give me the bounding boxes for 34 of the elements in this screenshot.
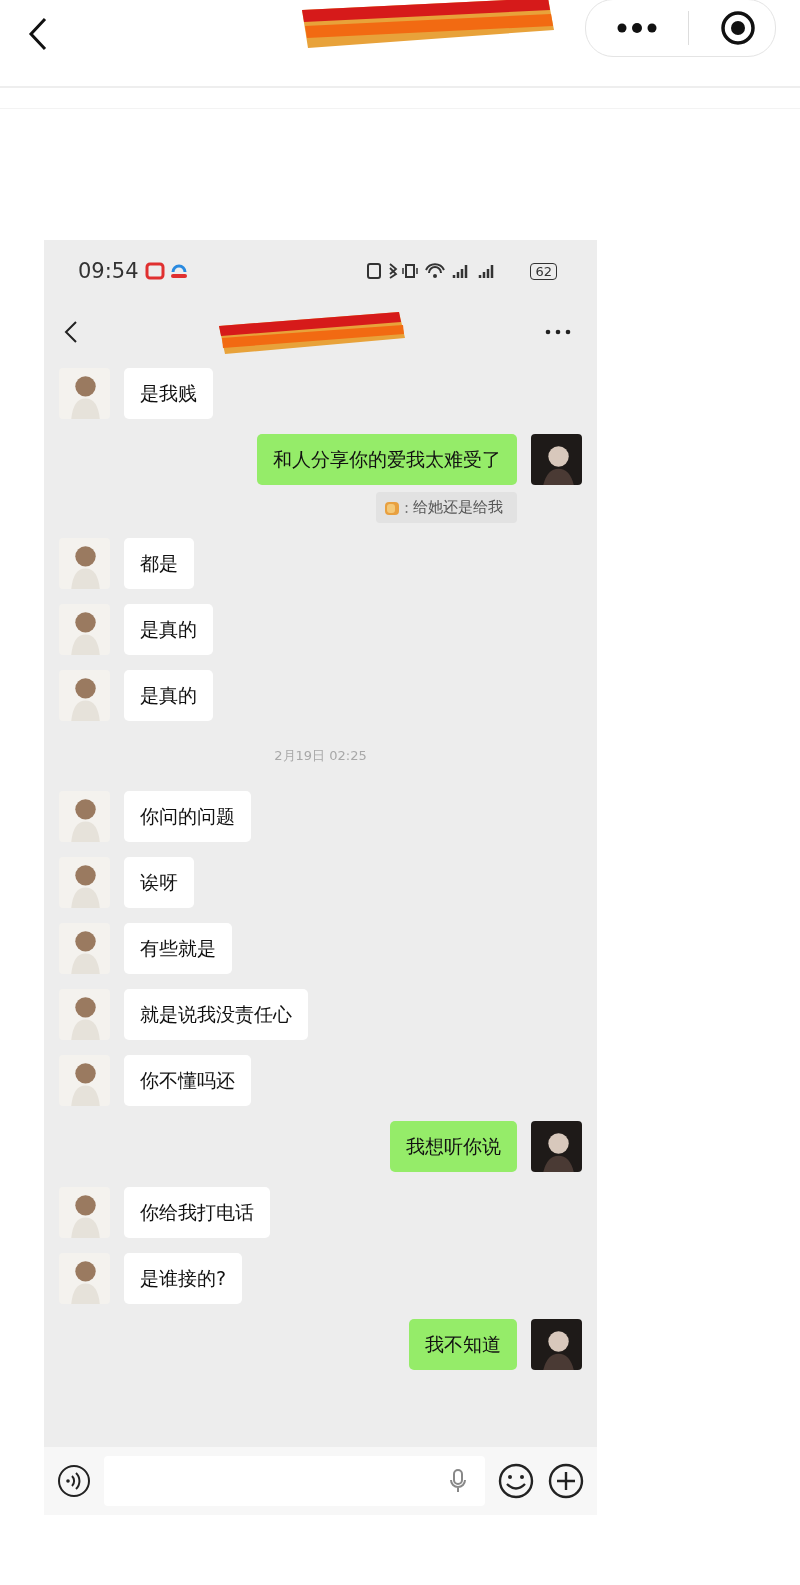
close-target-icon[interactable] bbox=[719, 9, 757, 47]
app-icon bbox=[144, 262, 165, 280]
message-bubble: 就是说我没责任心 bbox=[124, 989, 308, 1040]
plus-icon[interactable] bbox=[547, 1462, 585, 1500]
message-bubble: 和人分享你的爱我太难受了 bbox=[257, 434, 517, 485]
message-bubble: 诶呀 bbox=[124, 857, 194, 908]
message-bubble: 是真的 bbox=[124, 604, 213, 655]
message-bubble: 你问的问题 bbox=[124, 791, 251, 842]
message-bubble: 是谁接的? bbox=[124, 1253, 243, 1304]
back-icon[interactable] bbox=[64, 320, 78, 344]
voice-icon[interactable] bbox=[56, 1463, 92, 1499]
avatar[interactable] bbox=[531, 1319, 582, 1370]
quote-text: 给她还是给我 bbox=[413, 498, 503, 517]
emoji-icon[interactable] bbox=[497, 1462, 535, 1500]
app-icon bbox=[168, 262, 189, 280]
message-bubble: 是我贱 bbox=[124, 368, 213, 419]
message-input[interactable] bbox=[104, 1456, 485, 1506]
message-bubble: 有些就是 bbox=[124, 923, 232, 974]
more-icon[interactable] bbox=[545, 329, 571, 335]
message-bubble: 你给我打电话 bbox=[124, 1187, 270, 1238]
avatar[interactable] bbox=[531, 434, 582, 485]
message-bubble: 是真的 bbox=[124, 670, 213, 721]
status-time: 09:54 bbox=[78, 259, 139, 283]
back-icon[interactable] bbox=[28, 17, 48, 51]
quote-separator: : bbox=[403, 498, 409, 517]
microphone-icon[interactable] bbox=[449, 1468, 467, 1494]
message-bubble: 都是 bbox=[124, 538, 194, 589]
message-bubble: 我想听你说 bbox=[390, 1121, 517, 1172]
battery-indicator: 62 bbox=[530, 262, 557, 280]
more-icon[interactable] bbox=[616, 22, 658, 34]
message-bubble: 你不懂吗还 bbox=[124, 1055, 251, 1106]
avatar[interactable] bbox=[531, 1121, 582, 1172]
timestamp: 2月19日 02:25 bbox=[274, 747, 367, 765]
message-bubble: 我不知道 bbox=[409, 1319, 517, 1370]
